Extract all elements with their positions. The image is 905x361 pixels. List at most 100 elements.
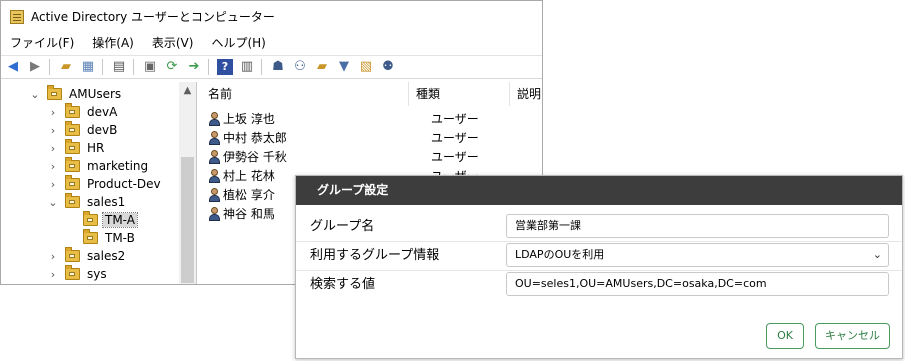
tree-item-tm-a[interactable]: TM-A [65, 211, 138, 229]
refresh-icon[interactable]: ⟳ [164, 59, 180, 75]
list-item[interactable]: 中村 恭太郎 ユーザー [201, 128, 542, 147]
tree-item-sales2[interactable]: › sales2 [47, 247, 127, 265]
divider [296, 241, 902, 242]
group-info-label: 利用するグループ情報 [310, 248, 440, 263]
list-header: 名前 種類 説明 [201, 82, 542, 106]
user-name: 上坂 淳也 [223, 112, 275, 126]
user-name: 伊勢谷 千秋 [223, 150, 287, 164]
new-group-icon[interactable]: ⚇ [292, 59, 308, 75]
ok-button[interactable]: OK [766, 323, 804, 349]
ou-folder-icon [47, 85, 62, 100]
chevron-right-icon[interactable]: › [47, 250, 59, 263]
scrollbar-thumb[interactable] [181, 157, 194, 283]
tree-item-label: sales1 [87, 195, 126, 209]
tree-item-sys[interactable]: › sys [47, 265, 109, 283]
new-ou-icon[interactable]: ▰ [314, 59, 330, 75]
chevron-down-icon[interactable]: ⌄ [29, 88, 41, 101]
object-type: ユーザー [431, 112, 479, 126]
chevron-up-icon[interactable]: ▲ [179, 82, 196, 99]
group-name-field[interactable]: 営業部第一課 [506, 214, 889, 238]
chevron-right-icon[interactable]: › [47, 124, 59, 137]
dialog-title: グループ設定 [296, 176, 902, 205]
up-folder-icon[interactable]: ▰ [58, 59, 74, 75]
user-name: 中村 恭太郎 [223, 131, 287, 145]
toolbar-divider [133, 59, 134, 75]
menu-view[interactable]: 表示(V) [143, 34, 203, 51]
group-name-label: グループ名 [310, 219, 375, 234]
ou-folder-icon [83, 229, 98, 244]
user-icon [209, 168, 220, 183]
tree-scrollbar[interactable]: ▲ [179, 82, 196, 284]
directory-app-icon [10, 9, 24, 24]
tree-item-label: sales2 [87, 249, 126, 263]
group-info-selected-value: LDAPのOUを利用 [515, 248, 605, 261]
user-icon [209, 130, 220, 145]
forward-arrow-icon[interactable]: ▶ [27, 59, 43, 75]
toolbar-divider [208, 59, 209, 75]
find-icon[interactable]: ▧ [358, 59, 374, 75]
console-tree: ⌄ AMUsers › devA › devB › HR › marketing… [1, 82, 197, 284]
chevron-right-icon[interactable]: › [47, 178, 59, 191]
toolbar: ◀ ▶ ▰ ▦ ▤ ▣ ⟳ ➔ ? ▥ ☗ ⚇ ▰ ▼ ▧ ⚉ [1, 55, 542, 79]
group-info-select[interactable]: LDAPのOUを利用 ⌄ [506, 243, 889, 267]
search-value-label: 検索する値 [310, 277, 376, 292]
menu-file[interactable]: ファイル(F) [1, 34, 83, 51]
menu-help[interactable]: ヘルプ(H) [202, 34, 274, 51]
user-icon [209, 149, 220, 164]
help-icon[interactable]: ? [217, 59, 233, 75]
window-title: Active Directory ユーザーとコンピューター [31, 10, 275, 24]
tree-item-amusers[interactable]: ⌄ AMUsers [29, 85, 123, 103]
tree-item-hr[interactable]: › HR [47, 139, 106, 157]
add-to-group-icon[interactable]: ⚉ [380, 59, 396, 75]
ou-folder-icon [65, 265, 80, 280]
search-value-field[interactable]: OU=seles1,OU=AMUsers,DC=osaka,DC=com [506, 272, 889, 296]
toolbar-divider [49, 59, 50, 75]
chevron-down-icon[interactable]: ⌄ [47, 196, 59, 209]
show-console-tree-icon[interactable]: ▦ [80, 59, 96, 75]
column-header-type[interactable]: 種類 [409, 82, 510, 106]
console-icon[interactable]: ▥ [239, 59, 255, 75]
properties-icon[interactable]: ▣ [142, 59, 158, 75]
new-user-icon[interactable]: ☗ [270, 59, 286, 75]
tree-item-label: devA [87, 105, 118, 119]
chevron-right-icon[interactable]: › [47, 142, 59, 155]
user-icon [209, 111, 220, 126]
ou-folder-icon [65, 157, 80, 172]
tree-item-sales1[interactable]: ⌄ sales1 [47, 193, 127, 211]
tree-item-tm-b[interactable]: TM-B [65, 229, 137, 247]
tree-item-label: devB [87, 123, 118, 137]
back-arrow-icon[interactable]: ◀ [5, 59, 21, 75]
ou-folder-icon [65, 139, 80, 154]
filter-icon[interactable]: ▼ [336, 59, 352, 75]
chevron-right-icon[interactable]: › [47, 106, 59, 119]
column-header-description[interactable]: 説明 [510, 82, 542, 106]
menu-bar: ファイル(F) 操作(A) 表示(V) ヘルプ(H) [1, 32, 542, 53]
tree-item-label: TM-A [102, 212, 138, 228]
menu-action[interactable]: 操作(A) [83, 34, 143, 51]
cancel-button[interactable]: キャンセル [815, 323, 890, 349]
ou-folder-icon [83, 211, 98, 226]
column-header-name[interactable]: 名前 [201, 82, 409, 106]
tree-item-label: AMUsers [69, 87, 122, 101]
chevron-right-icon[interactable]: › [47, 160, 59, 173]
tree-item-label: marketing [87, 159, 149, 173]
chevron-right-icon[interactable]: › [47, 268, 59, 281]
tree-item-label: HR [87, 141, 105, 155]
list-item[interactable]: 伊勢谷 千秋 ユーザー [201, 147, 542, 166]
clipboard-icon[interactable]: ▤ [111, 59, 127, 75]
tree-item-label: Product-Dev [87, 177, 161, 191]
tree-item-product-dev[interactable]: › Product-Dev [47, 175, 163, 193]
tree-item-deva[interactable]: › devA [47, 103, 119, 121]
object-type: ユーザー [431, 150, 479, 164]
ou-folder-icon [65, 193, 80, 208]
tree-item-label: TM-B [105, 231, 135, 245]
export-list-icon[interactable]: ➔ [186, 59, 202, 75]
chevron-down-icon[interactable]: ⌄ [873, 244, 882, 266]
tree-item-devb[interactable]: › devB [47, 121, 119, 139]
toolbar-divider [261, 59, 262, 75]
ou-folder-icon [65, 175, 80, 190]
toolbar-divider [102, 59, 103, 75]
list-item[interactable]: 上坂 淳也 ユーザー [201, 109, 542, 128]
tree-item-marketing[interactable]: › marketing [47, 157, 150, 175]
user-icon [209, 206, 220, 221]
